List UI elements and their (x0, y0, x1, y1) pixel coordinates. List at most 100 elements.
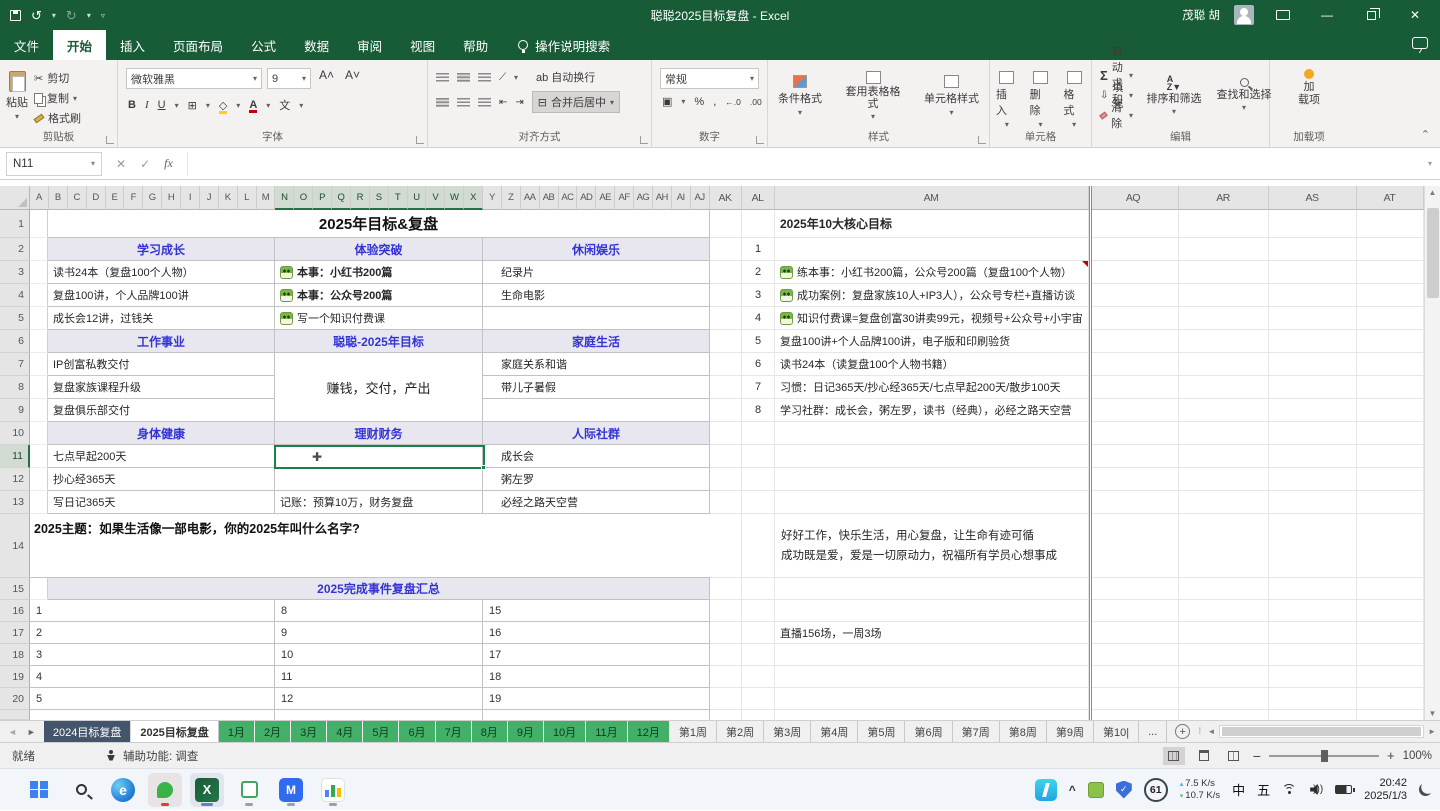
cell[interactable] (1357, 688, 1424, 710)
cell[interactable] (710, 261, 742, 284)
cell[interactable]: 纪录片 (483, 261, 710, 284)
zoom-out-button[interactable]: − (1253, 748, 1261, 764)
cell[interactable] (1357, 307, 1424, 330)
comments-icon[interactable] (1412, 37, 1428, 49)
cell[interactable] (30, 210, 48, 238)
minimize-button[interactable]: — (1312, 0, 1342, 30)
cell[interactable] (1269, 600, 1357, 622)
cell-motto[interactable]: 好好工作，快乐生活，用心复盘，让生命有迹可循 成功既是爱，爱是一切原动力，祝福所… (775, 514, 1089, 578)
vertical-scroll-thumb[interactable] (1427, 208, 1439, 298)
sheet-tab-4月[interactable]: 4月 (327, 721, 363, 742)
add-sheet-icon[interactable]: + (1175, 724, 1191, 739)
cell[interactable]: 粥左罗 (483, 468, 710, 491)
ribbon-tab-审阅[interactable]: 审阅 (343, 30, 396, 60)
night-mode-icon[interactable] (1419, 783, 1432, 796)
cell[interactable] (1357, 261, 1424, 284)
cell-2025-theme[interactable]: 2025主题：如果生活像一部电影，你的2025年叫什么名字? (30, 514, 710, 578)
row-header-18[interactable]: 18 (0, 644, 30, 666)
cell[interactable] (1357, 238, 1424, 261)
clock[interactable]: 20:42 2025/1/3 (1364, 777, 1407, 803)
sheet-tab-第3周[interactable]: 第3周 (764, 721, 812, 742)
cell[interactable]: 18 (483, 666, 710, 688)
cell[interactable] (710, 710, 742, 720)
column-header-AA[interactable]: AA (520, 186, 540, 210)
cell[interactable] (1357, 330, 1424, 353)
cell[interactable] (30, 578, 48, 600)
cell[interactable]: IP创富私教交付 (48, 353, 275, 376)
cell[interactable] (710, 284, 742, 307)
formula-input[interactable] (188, 152, 1428, 176)
scroll-up-icon[interactable]: ▲ (1429, 188, 1437, 197)
cell[interactable] (742, 578, 775, 600)
column-header-M[interactable]: M (256, 186, 276, 210)
cell[interactable]: 本事：公众号200篇 (275, 284, 483, 307)
column-header-I[interactable]: I (181, 186, 200, 210)
zoom-slider[interactable] (1268, 749, 1379, 762)
cancel-icon[interactable]: ✕ (116, 157, 126, 171)
row-header-9[interactable]: 9 (0, 399, 30, 422)
cell[interactable]: 2 (30, 622, 275, 644)
wubi-indicator[interactable]: 五 (1257, 780, 1270, 799)
taskbar-chart-app-button[interactable] (316, 773, 350, 807)
font-color-button[interactable]: A (249, 99, 257, 113)
tab-scroll-left-icon[interactable]: ◄ (8, 727, 17, 737)
cell[interactable] (710, 210, 742, 238)
cell[interactable] (30, 445, 48, 468)
cell[interactable]: 复盘100讲，个人品牌100讲 (48, 284, 275, 307)
phonetic-button[interactable]: 文 (279, 97, 290, 113)
cell[interactable] (30, 238, 48, 261)
cell[interactable]: 写一个知识付费课 (275, 307, 483, 330)
cell[interactable] (1269, 238, 1357, 261)
paste-button[interactable]: 粘贴 ▾ (0, 60, 34, 127)
cell-core-goal[interactable]: 成功案例：复盘家族10人+IP3人），公众号专栏+直播访谈 (775, 284, 1089, 307)
cell[interactable]: 抄心经365天 (48, 468, 275, 491)
cell[interactable] (1179, 445, 1269, 468)
cell[interactable] (1357, 376, 1424, 399)
cell-main-goal-title[interactable]: 聪聪-2025年目标 (275, 330, 483, 353)
cell[interactable] (742, 688, 775, 710)
cell-livestream-note[interactable]: 直播156场，一周3场 (775, 622, 1089, 644)
cell-core-goals-title[interactable]: 2025年10大核心目标 (775, 210, 1089, 238)
name-box-caret-icon[interactable]: ▾ (91, 159, 95, 168)
cell[interactable]: 12 (275, 688, 483, 710)
cell-goal-no[interactable]: 6 (742, 353, 775, 376)
cell[interactable] (1269, 261, 1357, 284)
sheet-tab-9月[interactable]: 9月 (507, 721, 543, 742)
cell[interactable] (710, 622, 742, 644)
cell[interactable]: 家庭关系和谐 (483, 353, 710, 376)
cell[interactable] (1357, 644, 1424, 666)
volume-icon[interactable]: ))) (1310, 784, 1323, 795)
number-format-select[interactable]: 常规 ▾ (660, 68, 759, 89)
cell[interactable] (1089, 644, 1179, 666)
cell[interactable]: 必经之路天空营 (483, 491, 710, 514)
sheet-tab-第4周[interactable]: 第4周 (811, 721, 859, 742)
dialog-launcher-icon[interactable] (756, 136, 764, 144)
hscroll-right-icon[interactable]: ► (1428, 727, 1436, 736)
cell-goal-no[interactable]: 2 (742, 261, 775, 284)
cell-section-finance[interactable]: 理财财务 (275, 422, 483, 445)
cell[interactable] (1179, 578, 1269, 600)
cell[interactable]: 复盘家族课程升级 (48, 376, 275, 399)
taskbar-docs-button[interactable]: M (274, 773, 308, 807)
cell-section-leisure[interactable]: 休闲娱乐 (483, 238, 710, 261)
ribbon-tab-页面布局[interactable]: 页面布局 (159, 30, 237, 60)
battery-icon[interactable] (1335, 785, 1355, 794)
cell[interactable] (1269, 422, 1357, 445)
sheet-tab-10月[interactable]: 10月 (543, 721, 586, 742)
close-button[interactable]: ✕ (1400, 0, 1430, 30)
column-header-AQ[interactable]: AQ (1088, 186, 1179, 210)
column-header-S[interactable]: S (369, 186, 389, 210)
cell[interactable] (710, 468, 742, 491)
column-header-G[interactable]: G (143, 186, 163, 210)
cell[interactable] (710, 600, 742, 622)
active-cell-selection[interactable]: ✚ (274, 445, 486, 470)
cell[interactable] (1089, 688, 1179, 710)
orientation-button[interactable]: ⟋ (499, 72, 506, 83)
comma-button[interactable]: , (713, 96, 716, 108)
collapse-ribbon-icon[interactable]: ⌃ (1421, 128, 1430, 141)
cell[interactable] (710, 307, 742, 330)
cell[interactable]: 8 (275, 600, 483, 622)
cell[interactable] (1089, 445, 1179, 468)
cell[interactable] (1179, 688, 1269, 710)
tray-green-app-icon[interactable] (1087, 781, 1104, 798)
